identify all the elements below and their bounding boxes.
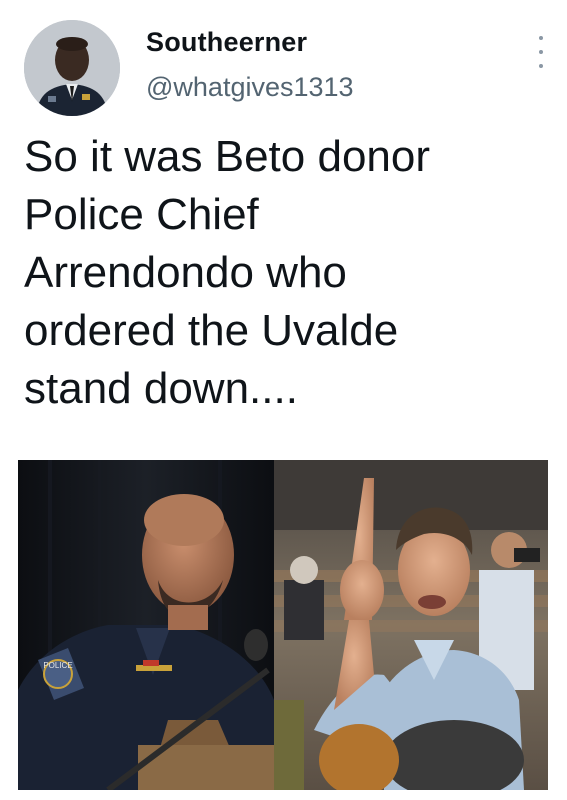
dot — [539, 36, 543, 40]
speaker-pointing-image — [274, 460, 548, 790]
tweet-media[interactable]: POLICE — [18, 460, 548, 790]
dot — [539, 50, 543, 54]
user-avatar-icon — [24, 20, 120, 116]
photo-speaker-pointing[interactable] — [274, 460, 548, 790]
police-patch-text: POLICE — [43, 661, 72, 670]
dot — [539, 64, 543, 68]
author-handle[interactable]: @whatgives1313 — [146, 72, 354, 103]
avatar[interactable] — [24, 20, 120, 116]
tweet-text: So it was Beto donor Police Chief Arrend… — [24, 132, 431, 413]
police-chief-image: POLICE — [18, 460, 274, 790]
author-display-name[interactable]: Southeerner — [146, 27, 307, 58]
photo-police-chief[interactable]: POLICE — [18, 460, 274, 790]
tweet-header: Southeerner @whatgives1313 — [0, 0, 567, 120]
more-options-icon[interactable] — [533, 36, 549, 68]
